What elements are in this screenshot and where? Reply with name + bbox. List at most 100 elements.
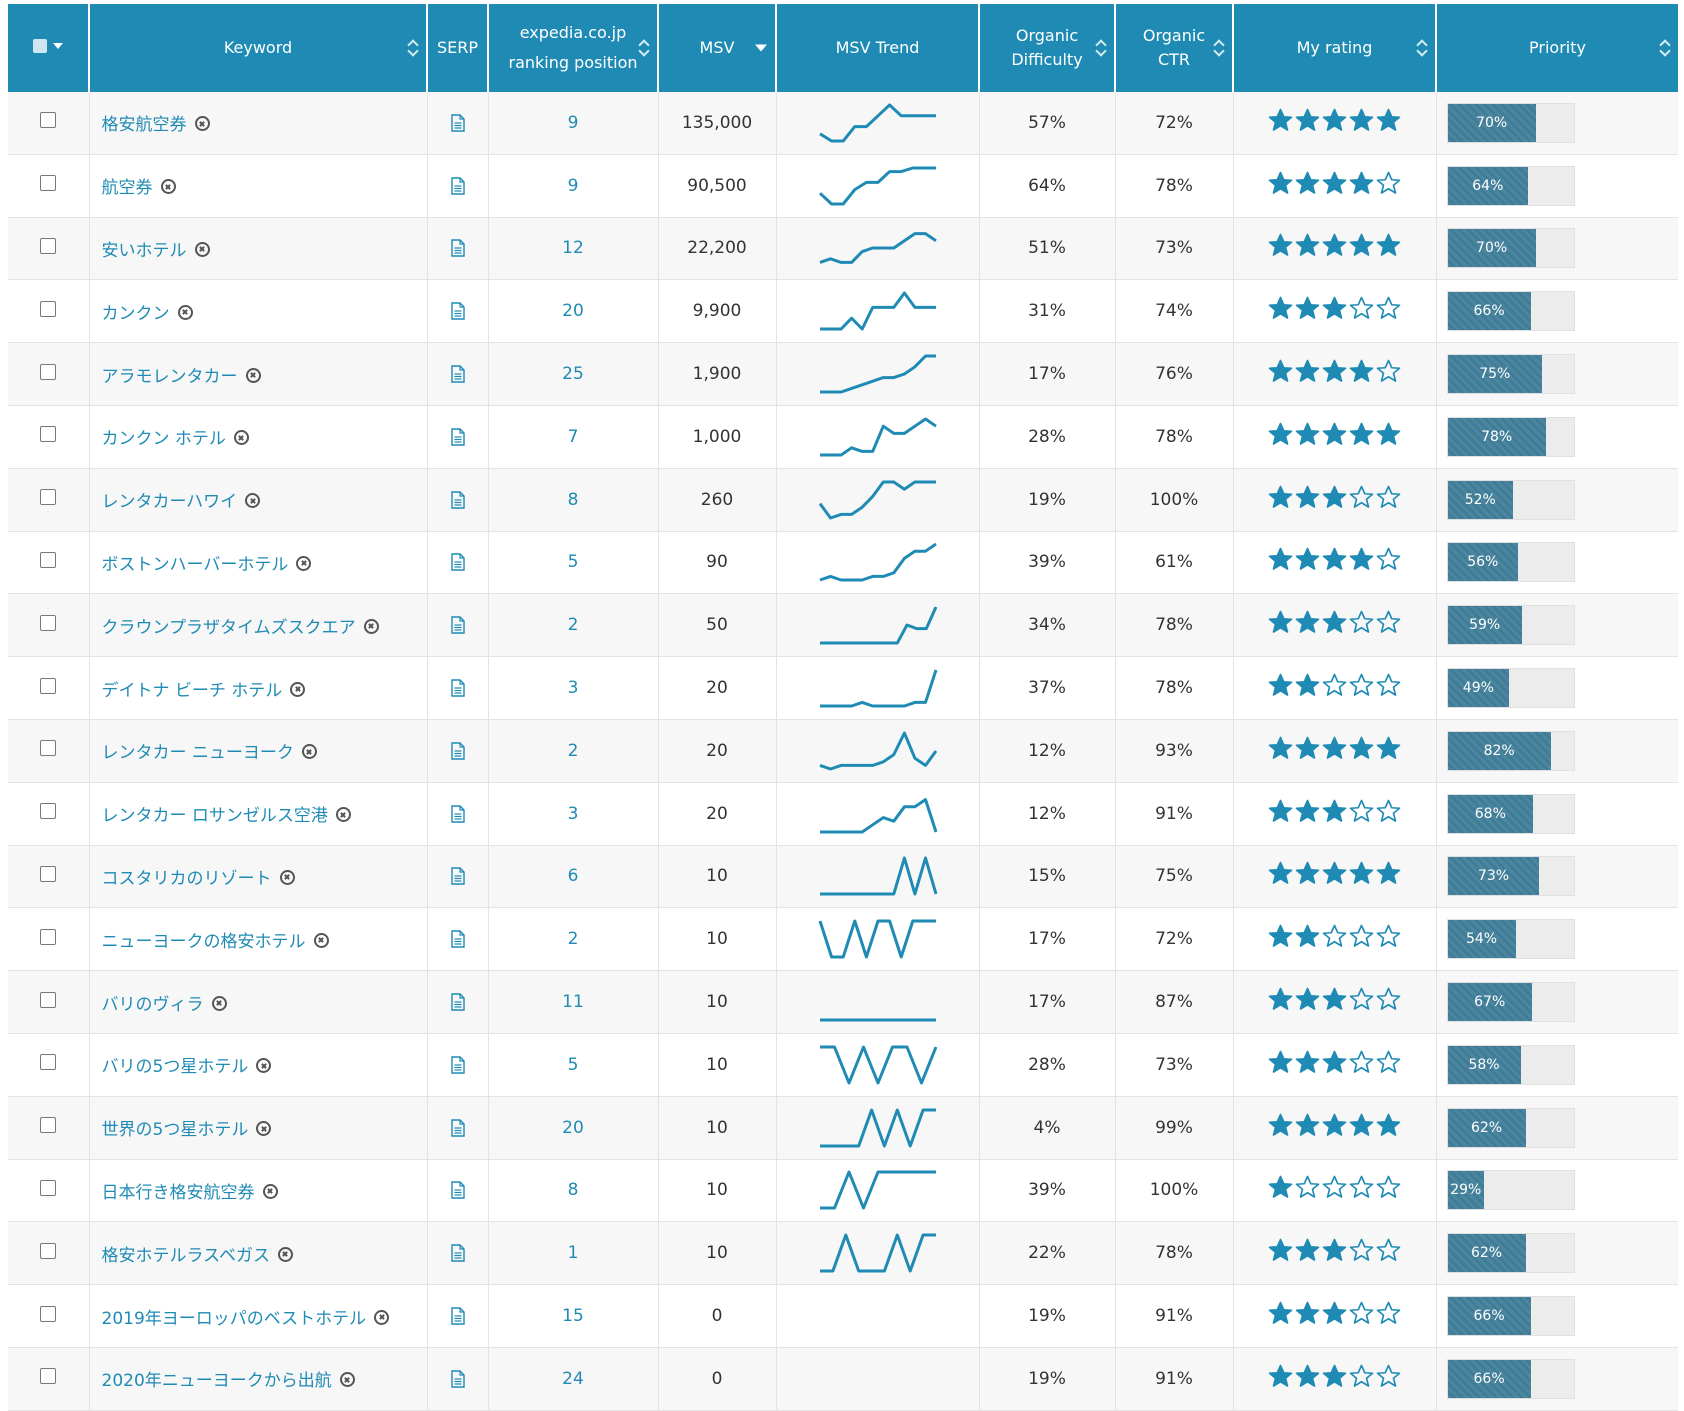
star-filled-icon[interactable] [1349,547,1374,572]
ranking-position[interactable]: 12 [488,217,659,281]
star-filled-icon[interactable] [1349,1113,1374,1138]
remove-icon[interactable] [245,493,261,509]
select-all-checkbox[interactable] [33,39,47,53]
keyword-link[interactable]: 世界の5つ星ホテル [102,1120,249,1140]
star-rating[interactable] [1268,1364,1401,1389]
ranking-position[interactable]: 8 [488,1159,659,1223]
star-filled-icon[interactable] [1268,987,1293,1012]
star-filled-icon[interactable] [1376,108,1401,133]
ranking-position[interactable]: 2 [488,719,659,783]
document-icon[interactable] [428,867,488,886]
star-filled-icon[interactable] [1295,987,1320,1012]
star-filled-icon[interactable] [1268,422,1293,447]
keyword-link[interactable]: ボストンハーバーホテル [102,555,289,575]
ranking-position[interactable]: 25 [488,342,659,406]
keyword-link[interactable]: カンクン ホテル [102,429,226,449]
keyword-link[interactable]: レンタカー ロサンゼルス空港 [102,806,328,826]
star-filled-icon[interactable] [1349,233,1374,258]
star-filled-icon[interactable] [1268,233,1293,258]
remove-icon[interactable] [301,744,317,760]
star-rating[interactable] [1268,1113,1401,1138]
column-header-keyword[interactable]: Keyword [89,4,428,92]
star-empty-icon[interactable] [1376,171,1401,196]
remove-icon[interactable] [177,304,193,320]
star-empty-icon[interactable] [1376,359,1401,384]
column-header-difficulty[interactable]: Organic Difficulty [979,4,1116,92]
star-empty-icon[interactable] [1349,673,1374,698]
sort-icon[interactable] [1417,39,1427,57]
star-filled-icon[interactable] [1268,1050,1293,1075]
star-rating[interactable] [1268,296,1401,321]
remove-icon[interactable] [290,681,306,697]
sort-icon[interactable] [639,39,649,57]
star-empty-icon[interactable] [1322,1175,1347,1200]
keyword-link[interactable]: デイトナ ビーチ ホテル [102,681,283,701]
ranking-position[interactable]: 9 [488,154,659,218]
star-empty-icon[interactable] [1349,799,1374,824]
star-empty-icon[interactable] [1376,547,1401,572]
row-checkbox[interactable] [40,489,57,506]
star-filled-icon[interactable] [1295,108,1320,133]
ranking-position[interactable]: 15 [488,1284,659,1348]
row-checkbox[interactable] [40,237,57,254]
remove-icon[interactable] [160,179,176,195]
document-icon[interactable] [428,1370,488,1388]
star-filled-icon[interactable] [1268,861,1293,886]
star-filled-icon[interactable] [1268,1113,1293,1138]
star-filled-icon[interactable] [1322,296,1347,321]
keyword-link[interactable]: バリの5つ星ホテル [102,1057,249,1077]
star-filled-icon[interactable] [1376,422,1401,447]
remove-icon[interactable] [245,367,261,383]
star-filled-icon[interactable] [1268,359,1293,384]
star-filled-icon[interactable] [1295,924,1320,949]
column-header-rating[interactable]: My rating [1233,4,1437,92]
remove-icon[interactable] [279,869,295,885]
star-rating[interactable] [1268,547,1401,572]
star-filled-icon[interactable] [1322,485,1347,510]
row-checkbox[interactable] [40,803,57,820]
row-checkbox[interactable] [40,1305,57,1322]
remove-icon[interactable] [256,1121,272,1137]
star-empty-icon[interactable] [1376,799,1401,824]
star-filled-icon[interactable] [1268,799,1293,824]
row-checkbox[interactable] [40,677,57,694]
remove-icon[interactable] [211,995,227,1011]
star-rating[interactable] [1268,233,1401,258]
ranking-position[interactable]: 24 [488,1347,659,1411]
star-filled-icon[interactable] [1295,861,1320,886]
star-filled-icon[interactable] [1349,108,1374,133]
star-filled-icon[interactable] [1349,171,1374,196]
document-icon[interactable] [428,1244,488,1262]
star-filled-icon[interactable] [1268,108,1293,133]
keyword-link[interactable]: バリのヴィラ [102,995,204,1015]
row-checkbox[interactable] [40,1117,57,1134]
document-icon[interactable] [428,930,488,948]
ranking-position[interactable]: 5 [488,1033,659,1097]
star-filled-icon[interactable] [1268,171,1293,196]
keyword-link[interactable]: 安いホテル [102,241,187,261]
document-icon[interactable] [428,742,488,760]
star-filled-icon[interactable] [1295,1050,1320,1075]
caret-down-icon[interactable] [53,43,63,49]
star-filled-icon[interactable] [1268,296,1293,321]
document-icon[interactable] [428,1181,488,1200]
star-empty-icon[interactable] [1376,987,1401,1012]
star-filled-icon[interactable] [1295,1301,1320,1326]
star-empty-icon[interactable] [1295,1175,1320,1200]
column-header-msv[interactable]: MSV [658,4,777,92]
ranking-position[interactable]: 2 [488,593,659,658]
star-empty-icon[interactable] [1322,673,1347,698]
star-filled-icon[interactable] [1295,1238,1320,1263]
row-checkbox[interactable] [40,991,57,1008]
star-filled-icon[interactable] [1322,610,1347,635]
star-empty-icon[interactable] [1376,485,1401,510]
star-filled-icon[interactable] [1322,547,1347,572]
document-icon[interactable] [428,1118,488,1137]
keyword-link[interactable]: 航空券 [102,178,153,198]
star-filled-icon[interactable] [1268,1175,1293,1200]
keyword-link[interactable]: カンクン [102,304,170,324]
document-icon[interactable] [428,239,488,258]
document-icon[interactable] [428,679,488,697]
star-empty-icon[interactable] [1376,924,1401,949]
star-filled-icon[interactable] [1322,422,1347,447]
